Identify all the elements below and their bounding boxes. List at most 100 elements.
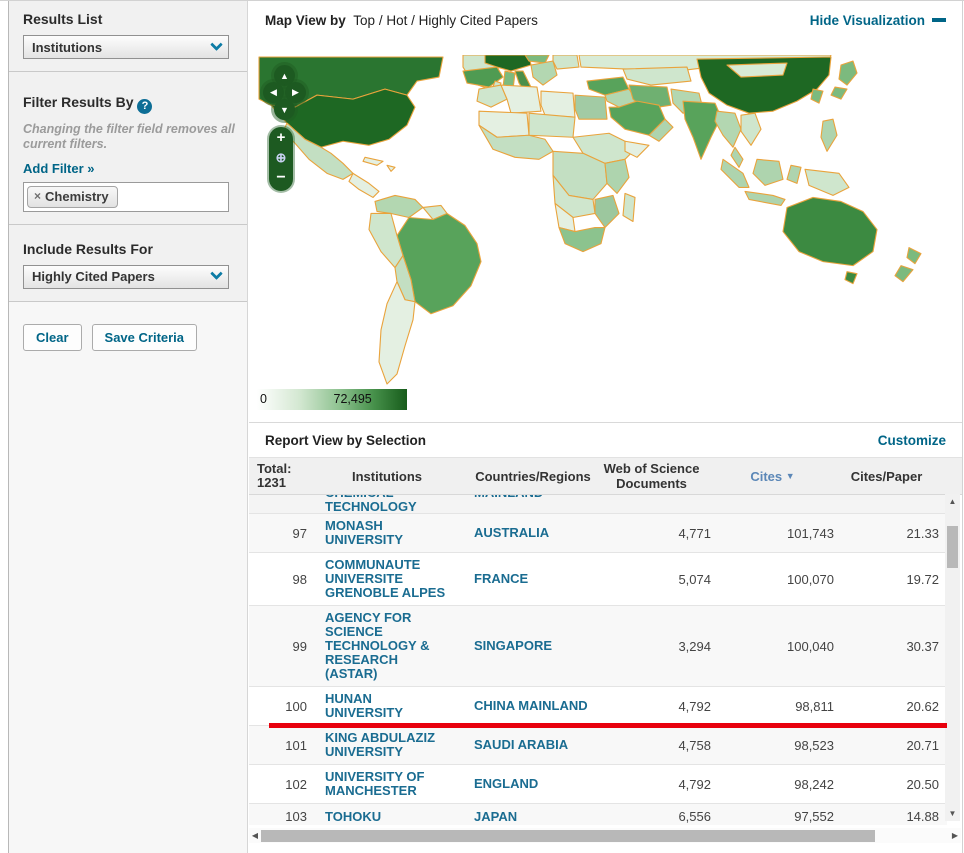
globe-icon[interactable]: ⊕: [276, 151, 287, 164]
documents-header-line: Web of Science: [592, 461, 711, 476]
scroll-up-arrow[interactable]: ▲: [945, 494, 960, 509]
country-cell: MAINLAND: [474, 495, 592, 514]
include-results-title: Include Results For: [23, 241, 235, 257]
world-map[interactable]: [257, 55, 963, 386]
cites-cell: 100,070: [711, 572, 834, 587]
horizontal-scrollbar[interactable]: ◀ ▶: [249, 828, 961, 843]
documents-cell: 5,074: [592, 572, 711, 587]
customize-link[interactable]: Customize: [878, 433, 946, 448]
map-view-title: Map View by Top / Hot / Highly Cited Pap…: [265, 13, 538, 28]
sort-down-icon: ▼: [786, 471, 795, 481]
cites-cell: 101,743: [711, 526, 834, 541]
country-cell: JAPAN: [474, 810, 592, 824]
documents-cell: 6,556: [592, 809, 711, 824]
documents-cell: 4,758: [592, 738, 711, 753]
institutions-header: Institutions: [325, 469, 449, 484]
legend-min-value: 0: [260, 392, 267, 406]
cites-cell: 100,040: [711, 639, 834, 654]
include-results-section: Include Results For Highly Cited Papers: [9, 225, 247, 302]
table-row-97: 97MONASH UNIVERSITYAUSTRALIA4,771101,743…: [249, 514, 947, 553]
institution-cell: UNIVERSITY OF MANCHESTER: [325, 770, 449, 798]
countries-header: Countries/Regions: [474, 469, 592, 484]
rank-cell: 97: [257, 526, 307, 541]
table-body: CHEMICALTECHNOLOGY MAINLAND 97 MONASH UNIVE…: [249, 495, 947, 825]
filter-title-text: Filter Results By: [23, 94, 133, 110]
filter-chip-label: Chemistry: [45, 189, 109, 204]
rank-cell: 99: [257, 639, 307, 654]
documents-header-line: Documents: [592, 476, 711, 491]
remove-filter-icon[interactable]: ×: [34, 189, 41, 203]
hide-visualization-label: Hide Visualization: [810, 13, 925, 28]
vertical-scrollbar[interactable]: ▲ ▼: [945, 494, 960, 821]
table-row-100: 100HUNAN UNIVERSITYCHINA MAINLAND4,79298…: [249, 687, 947, 726]
map-legend: 0 72,495: [257, 389, 407, 410]
institution-link[interactable]: AGENCY FOR SCIENCE TECHNOLOGY & RESEARCH…: [325, 611, 449, 681]
table-row-partial-top: CHEMICALTECHNOLOGY MAINLAND: [249, 495, 947, 514]
results-list-section: Results List Institutions: [9, 1, 247, 72]
help-icon[interactable]: ?: [137, 99, 152, 114]
institution-link[interactable]: COMMUNAUTE UNIVERSITE GRENOBLE ALPES: [325, 558, 449, 600]
rank-cell: 101: [257, 738, 307, 753]
save-criteria-button[interactable]: Save Criteria: [92, 324, 198, 351]
institution-cell: HUNAN UNIVERSITY: [325, 692, 449, 720]
institution-link[interactable]: HUNAN UNIVERSITY: [325, 692, 449, 720]
documents-cell: 4,771: [592, 526, 711, 541]
institution-link[interactable]: KING ABDULAZIZ UNIVERSITY: [325, 731, 449, 759]
pan-down-button[interactable]: ▼: [274, 99, 295, 120]
map-title-prefix: Map View by: [265, 13, 346, 28]
results-list-selected-value: Institutions: [24, 40, 204, 55]
vertical-scroll-thumb[interactable]: [947, 526, 958, 568]
scroll-down-arrow[interactable]: ▼: [945, 806, 960, 821]
cites-per-paper-header: Cites/Paper: [834, 469, 939, 484]
clear-button[interactable]: Clear: [23, 324, 82, 351]
cites-header-label: Cites: [750, 469, 782, 484]
map-zoom-control: + ⊕ −: [269, 127, 293, 191]
cites-per-paper-cell: 20.62: [834, 699, 939, 714]
zoom-out-button[interactable]: −: [276, 170, 285, 186]
institution-cell: CHEMICALTECHNOLOGY: [325, 495, 449, 514]
rank-cell: 100: [257, 699, 307, 714]
highlight-underline: [269, 723, 947, 728]
zoom-in-button[interactable]: +: [277, 130, 286, 145]
hide-visualization-link[interactable]: Hide Visualization: [810, 13, 946, 28]
collapse-icon: [932, 18, 946, 22]
cites-sort-header[interactable]: Cites ▼: [711, 469, 834, 484]
sidebar: Results List Institutions Filter Results…: [8, 1, 248, 853]
institution-link[interactable]: CHEMICALTECHNOLOGY: [325, 495, 417, 514]
results-list-select[interactable]: Institutions: [23, 35, 229, 59]
institution-cell: TOHOKU: [325, 809, 449, 824]
scroll-right-arrow[interactable]: ▶: [949, 831, 961, 840]
table-row-103: 103TOHOKUJAPAN6,55697,55214.88: [249, 804, 947, 825]
filter-chip-chemistry[interactable]: × Chemistry: [27, 186, 118, 208]
horizontal-scroll-thumb[interactable]: [261, 830, 875, 842]
report-header: Report View by Selection Customize: [249, 423, 962, 457]
documents-cell: 4,792: [592, 699, 711, 714]
rank-cell: 103: [257, 809, 307, 824]
institution-link[interactable]: UNIVERSITY OF MANCHESTER: [325, 770, 449, 798]
report-title: Report View by Selection: [265, 433, 426, 448]
country-cell: ENGLAND: [474, 777, 592, 791]
cites-cell: 98,811: [711, 699, 834, 714]
country-cell: SINGAPORE: [474, 639, 592, 653]
cites-cell: 98,242: [711, 777, 834, 792]
include-results-select[interactable]: Highly Cited Papers: [23, 265, 229, 289]
total-header: Total: 1231: [257, 462, 307, 490]
cites-per-paper-cell: 20.50: [834, 777, 939, 792]
filter-title: Filter Results By?: [23, 94, 235, 114]
table-row-98: 98COMMUNAUTE UNIVERSITE GRENOBLE ALPESFR…: [249, 553, 947, 606]
documents-cell: 3,294: [592, 639, 711, 654]
add-filter-link[interactable]: Add Filter »: [23, 161, 95, 176]
partial-row-content: CHEMICALTECHNOLOGY MAINLAND: [249, 495, 947, 514]
documents-header: Web of ScienceDocuments: [592, 461, 711, 491]
active-filters-box: × Chemistry: [23, 182, 229, 212]
legend-max-value: 72,495: [334, 392, 372, 406]
rank-cell: 98: [257, 572, 307, 587]
scroll-left-arrow[interactable]: ◀: [249, 831, 261, 840]
cites-cell: 98,523: [711, 738, 834, 753]
institution-link[interactable]: TOHOKU: [325, 810, 381, 824]
institution-link[interactable]: MONASH UNIVERSITY: [325, 519, 449, 547]
results-list-title: Results List: [23, 11, 235, 27]
filter-section: Filter Results By? Changing the filter f…: [9, 72, 247, 225]
table-row-99: 99 AGENCY FOR SCIENCE TECHNOLOGY & RESEAR…: [249, 606, 947, 687]
cites-per-paper-cell: 21.33: [834, 526, 939, 541]
